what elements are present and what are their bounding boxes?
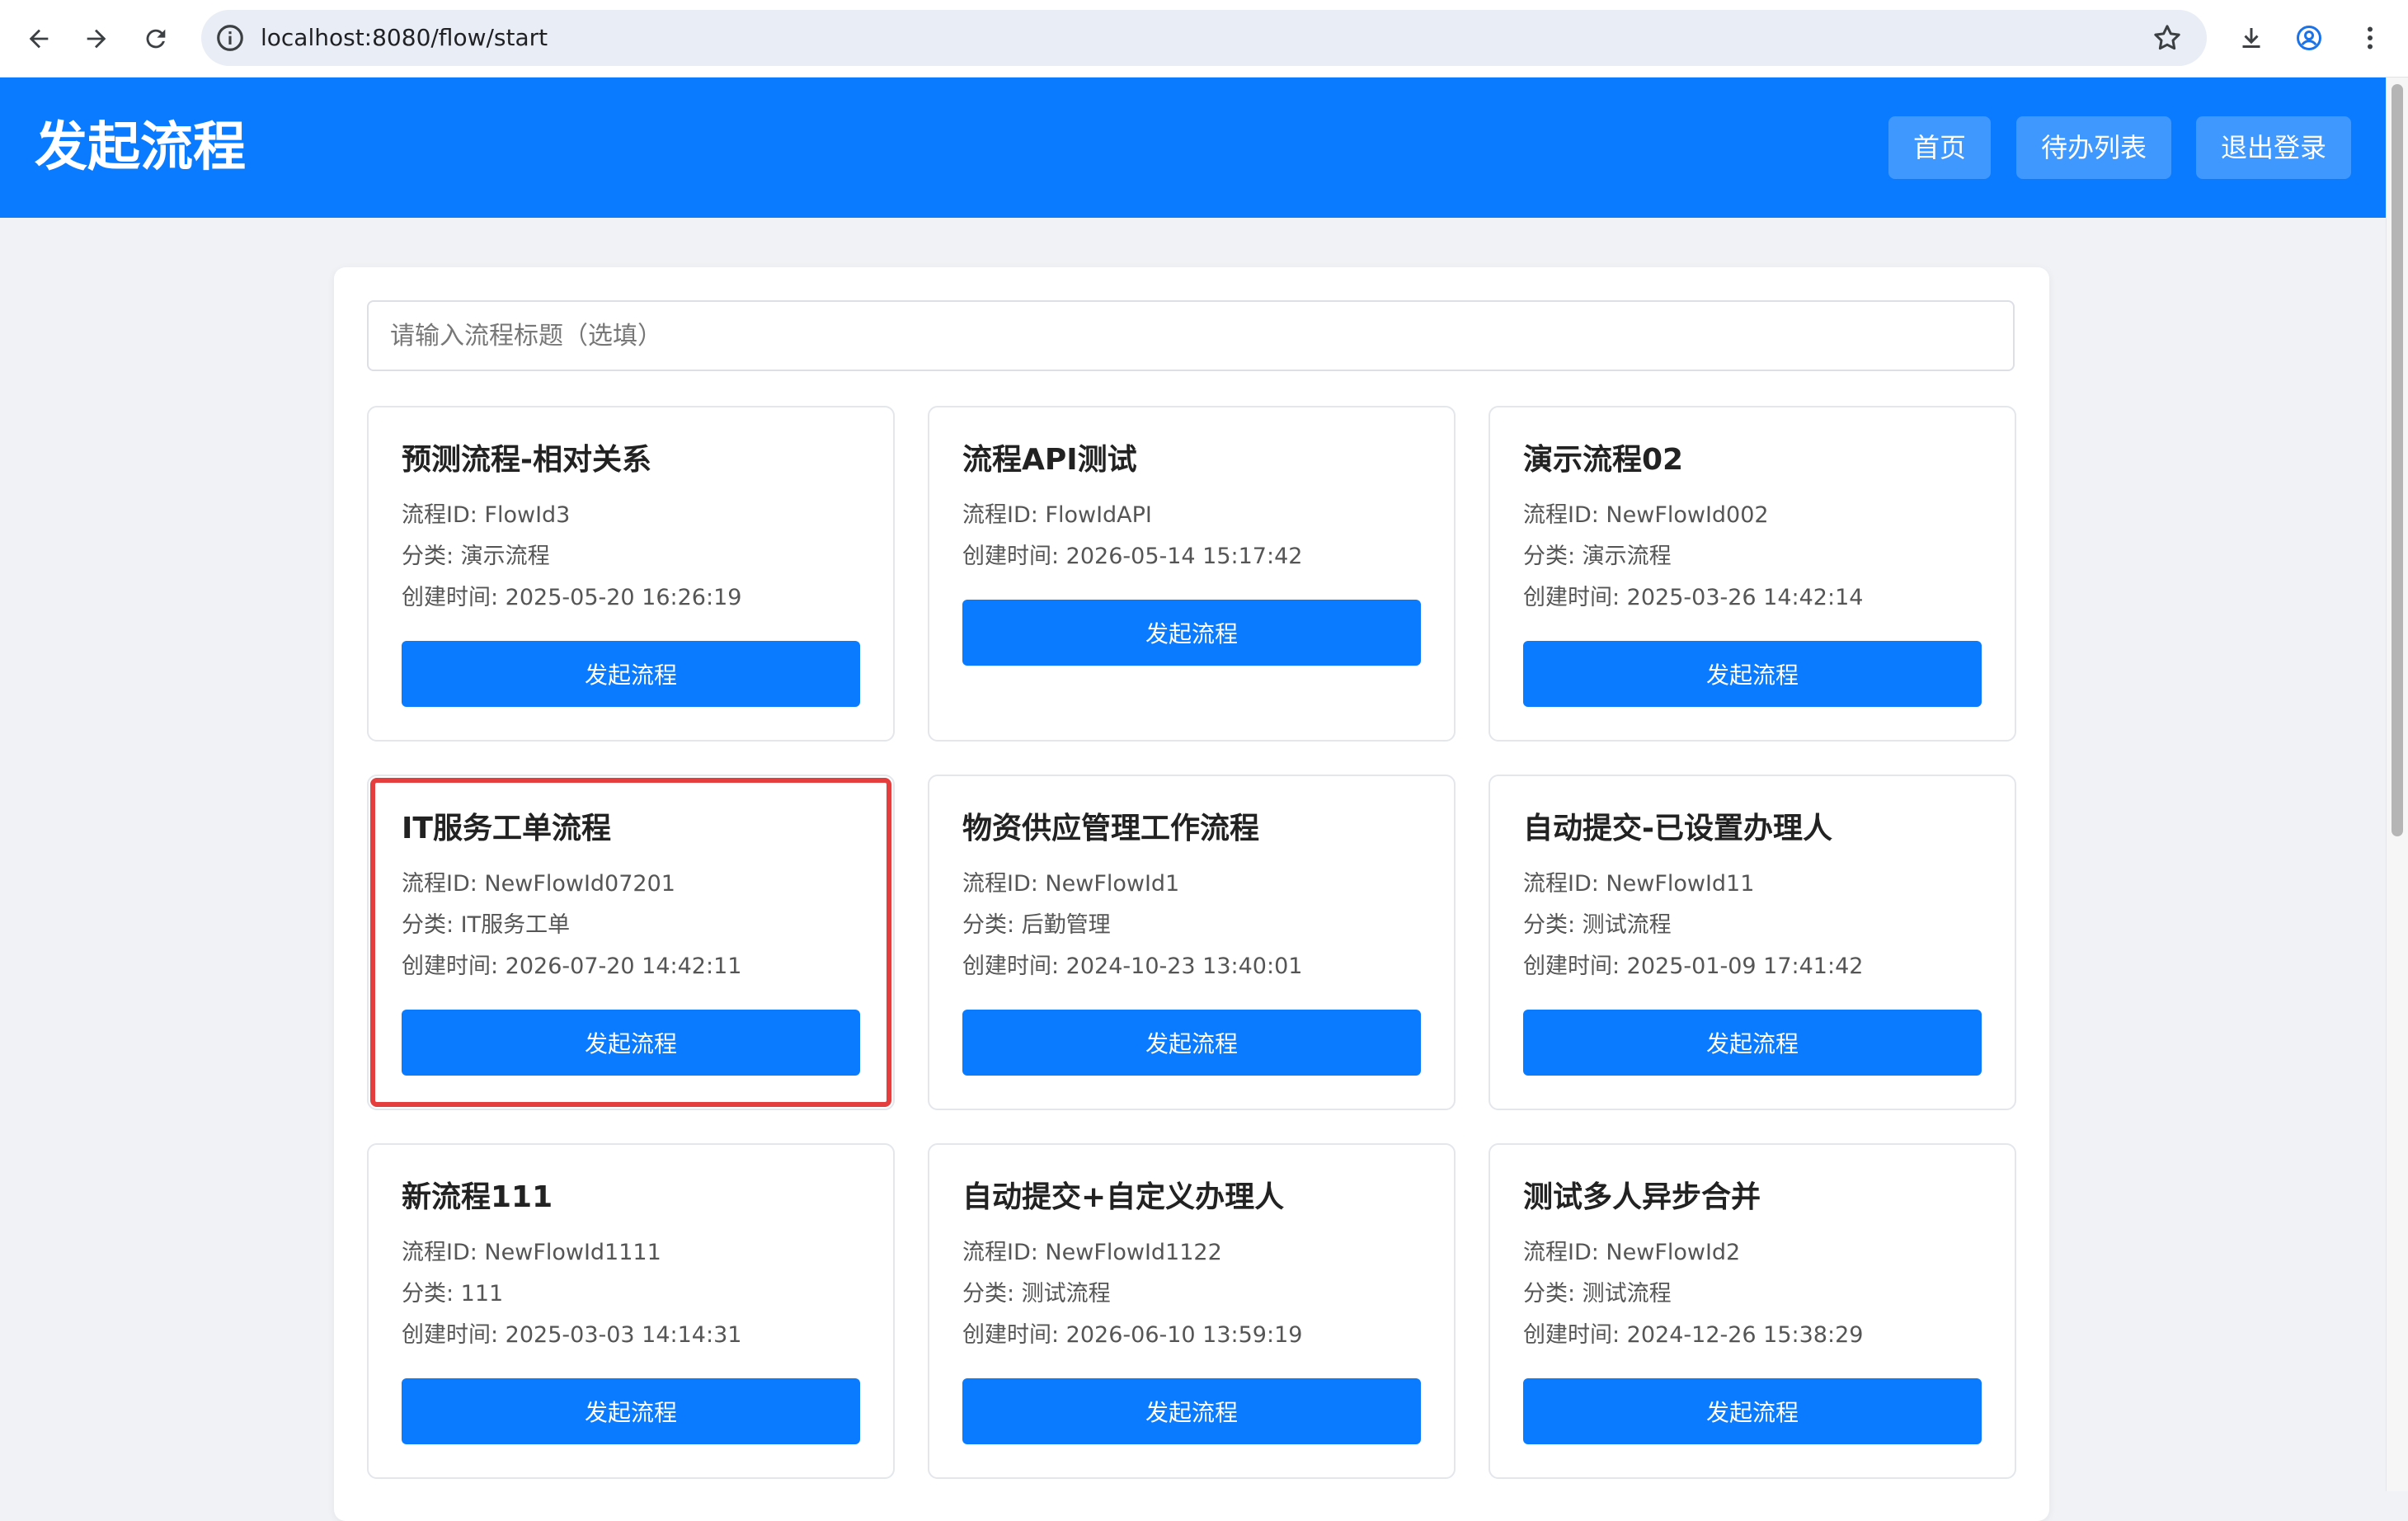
flow-card-title: 新流程111 bbox=[402, 1180, 553, 1214]
flow-card-category: 分类: 测试流程 bbox=[962, 1281, 1111, 1307]
flow-card-highlighted: IT服务工单流程 流程ID: NewFlowId07201 分类: IT服务工单… bbox=[367, 775, 895, 1110]
flow-card-created: 创建时间: 2025-05-20 16:26:19 bbox=[402, 585, 742, 610]
flow-card-title: 演示流程02 bbox=[1523, 443, 1684, 477]
flow-card-title: 流程API测试 bbox=[962, 443, 1137, 477]
reload-icon bbox=[146, 29, 166, 49]
flow-panel: 预测流程-相对关系 流程ID: FlowId3 分类: 演示流程 创建时间: 2… bbox=[334, 267, 2049, 1521]
flow-card-id: 流程ID: NewFlowId1 bbox=[962, 871, 1180, 897]
flow-card-category: 分类: 测试流程 bbox=[1523, 1281, 1672, 1307]
info-icon[interactable] bbox=[214, 22, 246, 54]
flow-card-created: 创建时间: 2026-05-14 15:17:42 bbox=[962, 544, 1303, 569]
flow-card-id: 流程ID: NewFlowId1122 bbox=[962, 1240, 1222, 1265]
flow-card: 流程API测试 流程ID: FlowIdAPI 创建时间: 2026-05-14… bbox=[928, 406, 1456, 742]
back-button[interactable] bbox=[18, 18, 59, 59]
flow-card-category: 分类: 111 bbox=[402, 1281, 504, 1307]
flow-card-title: 预测流程-相对关系 bbox=[402, 443, 651, 477]
flow-card: 物资供应管理工作流程 流程ID: NewFlowId1 分类: 后勤管理 创建时… bbox=[928, 775, 1456, 1110]
start-flow-button[interactable]: 发起流程 bbox=[962, 600, 1421, 666]
app-header: 发起流程 首页 待办列表 退出登录 bbox=[0, 78, 2386, 218]
flow-card-category: 分类: 测试流程 bbox=[1523, 912, 1672, 938]
flow-card-category: 分类: 演示流程 bbox=[1523, 544, 1672, 569]
flow-card: 测试多人异步合并 流程ID: NewFlowId2 分类: 测试流程 创建时间:… bbox=[1489, 1143, 2016, 1479]
flow-card-category: 分类: IT服务工单 bbox=[402, 912, 571, 938]
start-flow-button[interactable]: 发起流程 bbox=[402, 641, 860, 707]
flow-card-id: 流程ID: FlowId3 bbox=[402, 502, 571, 528]
flow-card-id: 流程ID: NewFlowId07201 bbox=[402, 871, 675, 897]
flow-card-title: 自动提交+自定义办理人 bbox=[962, 1180, 1285, 1214]
flow-card-created: 创建时间: 2025-03-03 14:14:31 bbox=[402, 1322, 742, 1348]
start-flow-button[interactable]: 发起流程 bbox=[402, 1010, 860, 1076]
flow-card-created: 创建时间: 2026-06-10 13:59:19 bbox=[962, 1322, 1303, 1348]
flow-card-created: 创建时间: 2026-07-20 14:42:11 bbox=[402, 954, 742, 979]
download-icon bbox=[2242, 28, 2260, 48]
profile-button[interactable] bbox=[2289, 18, 2329, 58]
flow-card-grid: 预测流程-相对关系 流程ID: FlowId3 分类: 演示流程 创建时间: 2… bbox=[367, 406, 2016, 1479]
start-flow-button[interactable]: 发起流程 bbox=[962, 1010, 1421, 1076]
start-flow-button[interactable]: 发起流程 bbox=[1523, 1010, 1982, 1076]
flow-card: 自动提交+自定义办理人 流程ID: NewFlowId1122 分类: 测试流程… bbox=[928, 1143, 1456, 1479]
bookmark-star-icon[interactable] bbox=[2151, 21, 2184, 54]
flow-card-id: 流程ID: NewFlowId11 bbox=[1523, 871, 1755, 897]
logout-button[interactable]: 退出登录 bbox=[2196, 116, 2351, 179]
flow-card-id: 流程ID: NewFlowId002 bbox=[1523, 502, 1769, 528]
flow-card-title: 自动提交-已设置办理人 bbox=[1523, 812, 1832, 845]
forward-button[interactable] bbox=[76, 18, 117, 59]
flow-card-title: 测试多人异步合并 bbox=[1523, 1180, 1761, 1214]
page-scrollbar[interactable] bbox=[2386, 78, 2408, 1491]
more-vertical-icon bbox=[2368, 26, 2373, 49]
flow-card-created: 创建时间: 2024-10-23 13:40:01 bbox=[962, 954, 1303, 979]
flow-card-id: 流程ID: NewFlowId2 bbox=[1523, 1240, 1741, 1265]
flow-card-title: 物资供应管理工作流程 bbox=[962, 812, 1260, 845]
browser-menu-button[interactable] bbox=[2350, 18, 2390, 58]
downloads-button[interactable] bbox=[2232, 18, 2271, 58]
arrow-left-icon bbox=[29, 29, 49, 49]
flow-title-input[interactable] bbox=[367, 300, 2015, 371]
flow-card-created: 创建时间: 2025-01-09 17:41:42 bbox=[1523, 954, 1864, 979]
flow-card: 新流程111 流程ID: NewFlowId1111 分类: 111 创建时间:… bbox=[367, 1143, 895, 1479]
flow-card-category: 分类: 演示流程 bbox=[402, 544, 550, 569]
start-flow-button[interactable]: 发起流程 bbox=[402, 1378, 860, 1444]
arrow-right-icon bbox=[87, 29, 106, 49]
start-flow-button[interactable]: 发起流程 bbox=[1523, 641, 1982, 707]
scrollbar-thumb[interactable] bbox=[2392, 84, 2403, 836]
account-circle-icon bbox=[2297, 26, 2321, 50]
start-flow-button[interactable]: 发起流程 bbox=[962, 1378, 1421, 1444]
browser-toolbar: localhost:8080/flow/start bbox=[0, 0, 2408, 78]
reload-button[interactable] bbox=[135, 18, 176, 59]
flow-card: 自动提交-已设置办理人 流程ID: NewFlowId11 分类: 测试流程 创… bbox=[1489, 775, 2016, 1110]
flow-card-title: IT服务工单流程 bbox=[402, 812, 611, 845]
flow-card-category: 分类: 后勤管理 bbox=[962, 912, 1111, 938]
start-flow-button[interactable]: 发起流程 bbox=[1523, 1378, 1982, 1444]
flow-card-id: 流程ID: NewFlowId1111 bbox=[402, 1240, 661, 1265]
address-bar[interactable]: localhost:8080/flow/start bbox=[201, 10, 2207, 66]
flow-card-created: 创建时间: 2024-12-26 15:38:29 bbox=[1523, 1322, 1864, 1348]
flow-card-created: 创建时间: 2025-03-26 14:42:14 bbox=[1523, 585, 1864, 610]
url-text[interactable]: localhost:8080/flow/start bbox=[261, 10, 548, 66]
home-button[interactable]: 首页 bbox=[1888, 116, 1991, 179]
flow-card-id: 流程ID: FlowIdAPI bbox=[962, 502, 1152, 528]
flow-card: 演示流程02 流程ID: NewFlowId002 分类: 演示流程 创建时间:… bbox=[1489, 406, 2016, 742]
flow-card: 预测流程-相对关系 流程ID: FlowId3 分类: 演示流程 创建时间: 2… bbox=[367, 406, 895, 742]
page-title: 发起流程 bbox=[35, 117, 246, 178]
todo-list-button[interactable]: 待办列表 bbox=[2016, 116, 2171, 179]
